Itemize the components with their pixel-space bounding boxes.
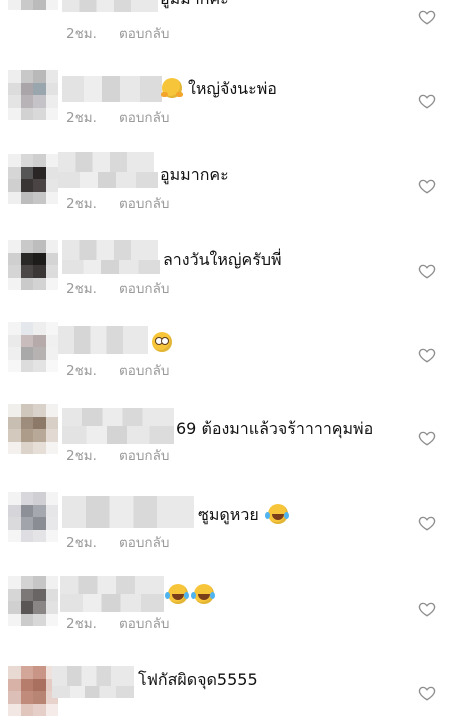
like-heart-icon[interactable] — [418, 346, 436, 364]
username-blurred[interactable] — [62, 0, 158, 12]
comment-text-line — [152, 331, 174, 355]
comment-meta: 2ชม. ตอบกลับ — [66, 534, 169, 552]
comment-meta: 2ชม. ตอบกลับ — [66, 280, 169, 298]
comment-text: อูมมากคะ — [160, 165, 229, 184]
reply-button[interactable]: ตอบกลับ — [119, 26, 169, 42]
username-blurred[interactable] — [52, 686, 134, 698]
reply-button[interactable]: ตอบกลับ — [119, 281, 169, 297]
tears-of-joy-face-icon — [264, 504, 288, 524]
comment-meta: 2ชม. ตอบกลับ — [66, 109, 169, 127]
comment-text: ซูมดูหวย — [198, 505, 259, 524]
like-heart-icon[interactable] — [418, 684, 436, 702]
comment-text: อูมมากคะ — [160, 0, 229, 11]
comment-text: โฟกัสผิดจุด5555 — [138, 670, 258, 689]
comment-time: 2ชม. — [66, 196, 97, 212]
comment-meta: 2ชม. ตอบกลับ — [66, 447, 169, 465]
like-heart-icon[interactable] — [418, 262, 436, 280]
comment-time: 2ชม. — [66, 26, 97, 42]
hugging-face-icon — [161, 78, 183, 98]
reply-button[interactable]: ตอบกลับ — [119, 616, 169, 632]
avatar[interactable] — [8, 70, 58, 120]
comment-time: 2ชม. — [66, 110, 97, 126]
username-blurred[interactable] — [60, 594, 164, 612]
comment-time: 2ชม. — [66, 448, 97, 464]
username-blurred[interactable] — [52, 666, 134, 686]
reply-button[interactable]: ตอบกลับ — [119, 196, 169, 212]
username-blurred[interactable] — [62, 76, 162, 102]
comment-text: ลางวันใหญ่ครับพี่ — [163, 250, 282, 269]
tears-of-joy-face-icon — [165, 584, 188, 604]
like-heart-icon[interactable] — [418, 8, 436, 26]
comment-text: 69 ต้องมาแล้วจร้าาาาคุมพ่อ — [176, 419, 374, 438]
avatar[interactable] — [8, 240, 58, 290]
comment-meta: 2ชม. ตอบกลับ — [66, 25, 169, 43]
like-heart-icon[interactable] — [418, 429, 436, 447]
comment-text: ใหญ่จังนะพ่อ — [188, 79, 277, 98]
like-heart-icon[interactable] — [418, 92, 436, 110]
comment-text-line: ซูมดูหวย — [198, 503, 290, 527]
username-blurred[interactable] — [58, 172, 158, 188]
comment-meta: 2ชม. ตอบกลับ — [66, 195, 169, 213]
reply-button[interactable]: ตอบกลับ — [119, 535, 169, 551]
reply-button[interactable]: ตอบกลับ — [119, 448, 169, 464]
comment-text-line — [165, 583, 216, 607]
comment-time: 2ชม. — [66, 535, 97, 551]
username-blurred[interactable] — [62, 426, 174, 444]
avatar[interactable] — [8, 322, 58, 372]
avatar[interactable] — [8, 154, 58, 204]
avatar[interactable] — [8, 666, 58, 716]
like-heart-icon[interactable] — [418, 177, 436, 195]
username-blurred[interactable] — [58, 326, 148, 354]
like-heart-icon[interactable] — [418, 514, 436, 532]
username-blurred[interactable] — [62, 408, 174, 426]
comment-meta: 2ชม. ตอบกลับ — [66, 615, 169, 633]
comment-time: 2ชม. — [66, 281, 97, 297]
username-blurred[interactable] — [62, 496, 194, 528]
reply-button[interactable]: ตอบกลับ — [119, 110, 169, 126]
username-blurred[interactable] — [62, 260, 160, 274]
flushed-face-icon — [152, 332, 172, 352]
avatar[interactable] — [8, 492, 58, 542]
reply-button[interactable]: ตอบกลับ — [119, 363, 169, 379]
like-heart-icon[interactable] — [418, 600, 436, 618]
avatar[interactable] — [8, 404, 58, 454]
comment-time: 2ชม. — [66, 616, 97, 632]
avatar[interactable] — [8, 576, 58, 626]
comment-time: 2ชม. — [66, 363, 97, 379]
tears-of-joy-face-icon — [191, 584, 214, 604]
comment-text-line: ใหญ่จังนะพ่อ — [161, 77, 277, 101]
comment-meta: 2ชม. ตอบกลับ — [66, 362, 169, 380]
avatar[interactable] — [8, 0, 58, 10]
username-blurred[interactable] — [60, 576, 164, 594]
